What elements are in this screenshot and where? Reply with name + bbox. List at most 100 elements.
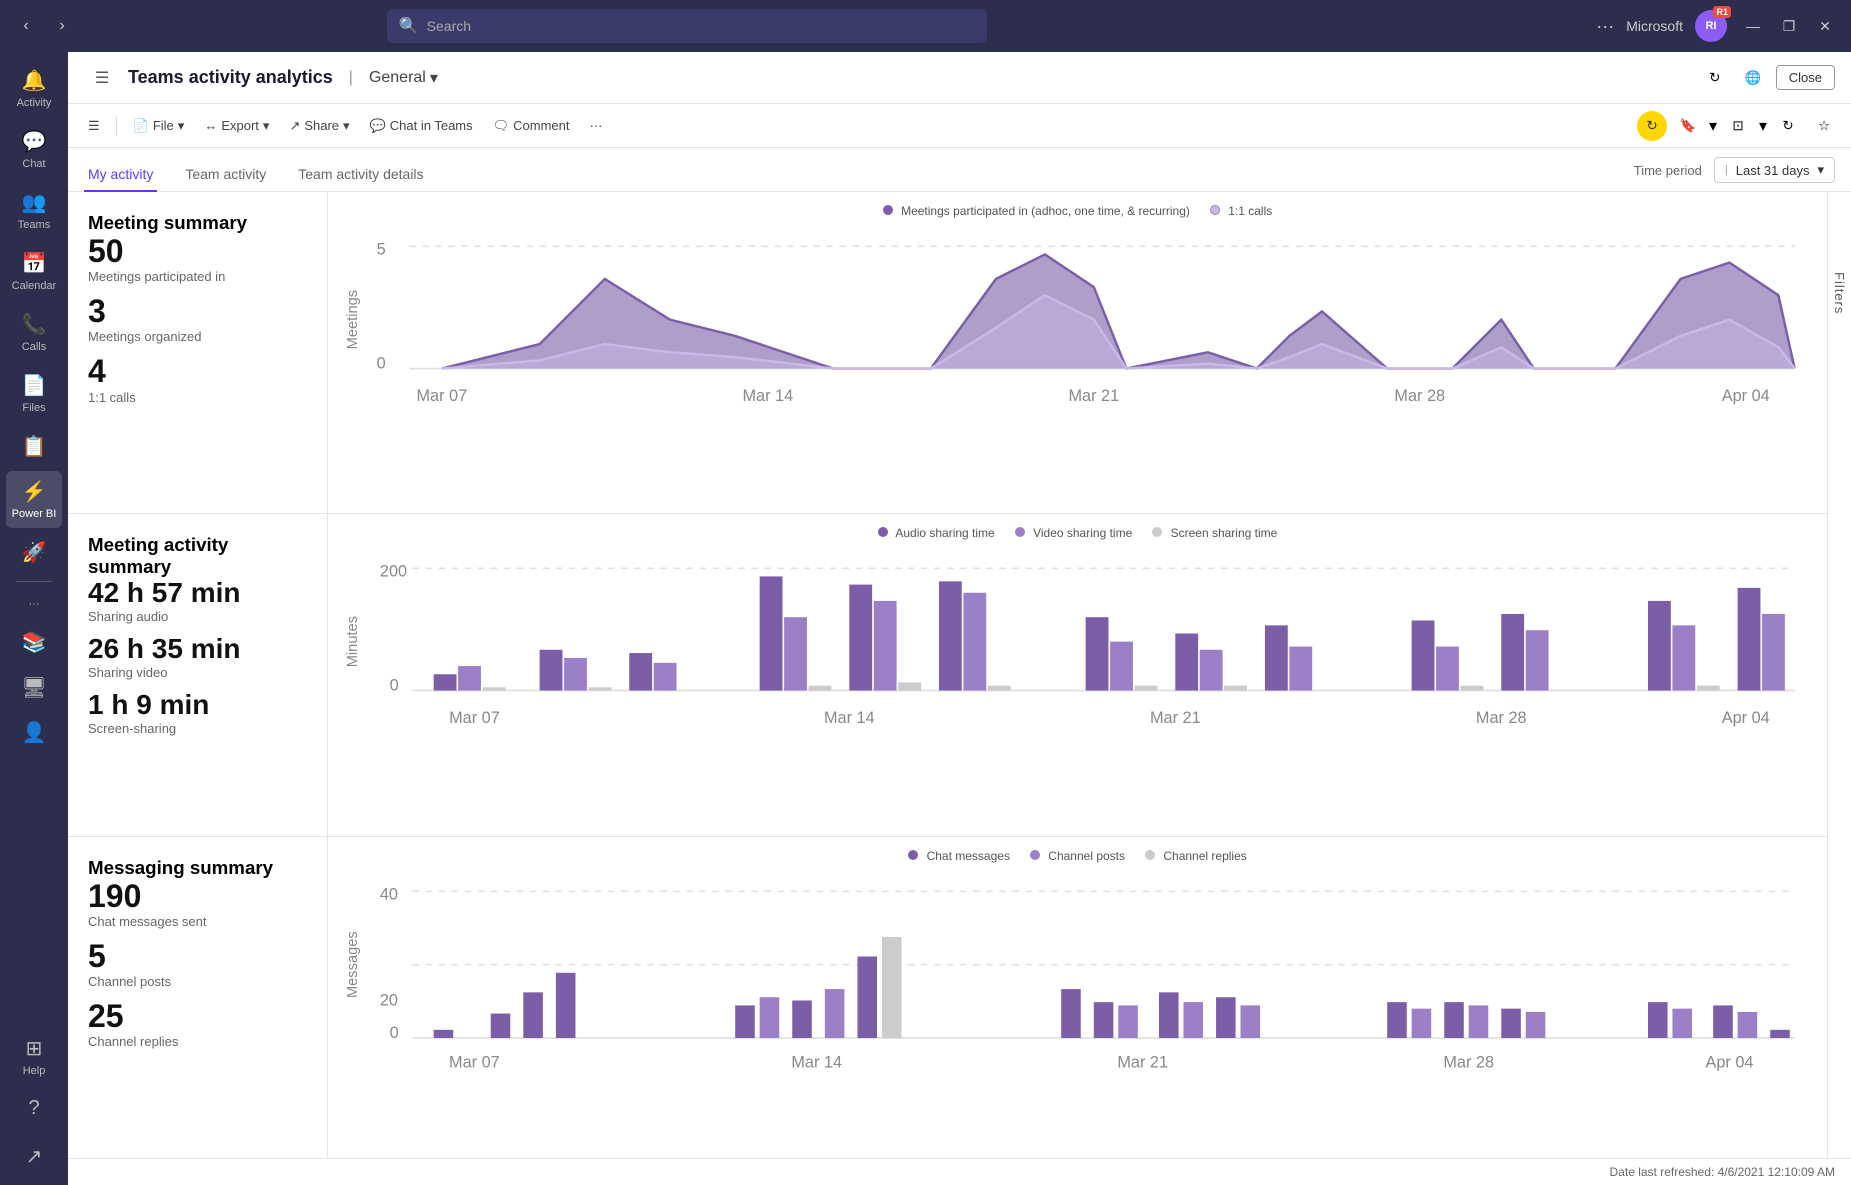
file-button[interactable]: 📄 File ▾ — [125, 114, 193, 138]
sidebar-label-calendar: Calendar — [12, 280, 57, 292]
calls-label: 1:1 calls — [88, 390, 307, 405]
close-window-button[interactable]: ✕ — [1811, 12, 1839, 40]
sidebar-item-files[interactable]: 📄 Files — [6, 365, 62, 422]
sidebar-item-book[interactable]: 📚 — [6, 622, 62, 663]
audio-label: Sharing audio — [88, 609, 307, 624]
time-period-select[interactable]: | Last 31 days ▾ — [1714, 157, 1835, 183]
legend-chat: Chat messages — [908, 849, 1010, 863]
meeting-activity-card: Meeting activity summary 42 h 57 min Sha… — [68, 514, 328, 835]
external-icon: ↗ — [26, 1144, 43, 1169]
comment-button[interactable]: 🗨 Comment — [485, 114, 578, 138]
avatar[interactable]: RI R1 — [1695, 10, 1727, 42]
sidebar-item-calendar[interactable]: 📅 Calendar — [6, 243, 62, 300]
legend-dot-meetings — [883, 205, 893, 215]
sidebar-item-calls[interactable]: 📞 Calls — [6, 304, 62, 361]
refresh-button-2[interactable]: ↻ — [1773, 111, 1803, 141]
svg-text:Mar 07: Mar 07 — [449, 709, 500, 727]
sidebar-item-more[interactable]: ··· — [6, 590, 62, 618]
sidebar-label-teams: Teams — [18, 219, 50, 231]
menu-icon: ☰ — [88, 118, 100, 134]
sidebar-item-help[interactable]: ? — [6, 1089, 62, 1132]
chat-in-teams-button[interactable]: 💬 Chat in Teams — [362, 114, 481, 138]
meeting-summary-title: Meeting summary — [88, 212, 307, 234]
sidebar-item-teams[interactable]: 👥 Teams — [6, 182, 62, 239]
sidebar-item-powerbi[interactable]: ⚡ Power BI — [6, 471, 62, 528]
tab-team-activity[interactable]: Team activity — [181, 158, 270, 192]
channel-replies-label: Channel replies — [88, 1034, 307, 1049]
meetings-participated-value: 50 — [88, 234, 307, 269]
share-button[interactable]: ↗ Share ▾ — [281, 114, 357, 138]
chat-in-teams-label: Chat in Teams — [390, 118, 473, 133]
refresh-date: Date last refreshed: 4/6/2021 12:10:09 A… — [1610, 1165, 1835, 1179]
channel-selector[interactable]: General ▾ — [369, 68, 438, 88]
filters-sidebar[interactable]: Filters — [1827, 192, 1851, 1158]
refresh-toolbar-button[interactable]: ↻ — [1637, 111, 1667, 141]
globe-button[interactable]: 🌐 — [1738, 63, 1768, 93]
more-options-button[interactable]: ··· — [1596, 16, 1614, 37]
search-input[interactable] — [427, 18, 975, 34]
time-period-value: Last 31 days — [1736, 163, 1810, 178]
svg-text:Mar 21: Mar 21 — [1117, 1053, 1168, 1071]
chart3-legend: Chat messages Channel posts Channel repl… — [344, 849, 1811, 863]
sidebar-item-user[interactable]: 👤 — [6, 712, 62, 753]
sidebar-item-chat[interactable]: 💬 Chat — [6, 121, 62, 178]
sidebar-item-monitor[interactable]: 🖥 — [6, 667, 62, 708]
calls-icon: 📞 — [22, 312, 47, 337]
svg-text:Mar 07: Mar 07 — [449, 1053, 500, 1071]
sidebar-item-board[interactable]: 📋 — [6, 426, 62, 467]
menu-button[interactable]: ☰ — [80, 114, 108, 138]
company-label: Microsoft — [1626, 18, 1683, 34]
chat-messages-label: Chat messages sent — [88, 914, 307, 929]
powerbi-icon: ⚡ — [22, 479, 47, 504]
tab-team-activity-details[interactable]: Team activity details — [294, 158, 427, 192]
sidebar-item-rocket[interactable]: 🚀 — [6, 532, 62, 573]
layout-button[interactable]: ⊡ — [1723, 111, 1753, 141]
close-button[interactable]: Close — [1776, 65, 1835, 90]
legend-channel-replies: Channel replies — [1145, 849, 1247, 863]
svg-text:200: 200 — [380, 563, 407, 581]
forward-button[interactable]: › — [48, 12, 76, 40]
sidebar-item-activity[interactable]: 🔔 Activity — [6, 60, 62, 117]
legend-dot-calls — [1210, 205, 1220, 215]
minimize-button[interactable]: — — [1739, 12, 1767, 40]
meetings-organized-label: Meetings organized — [88, 329, 307, 344]
sidebar-item-apps[interactable]: ⊞ Help — [6, 1028, 62, 1085]
main-content: Meeting summary 50 Meetings participated… — [68, 192, 1851, 1158]
tab-my-activity[interactable]: My activity — [84, 158, 157, 192]
meeting-activity-title: Meeting activity summary — [88, 534, 307, 578]
meetings-organized-value: 3 — [88, 294, 307, 329]
calendar-icon-sm: | — [1725, 164, 1728, 176]
back-button[interactable]: ‹ — [12, 12, 40, 40]
files-icon: 📄 — [22, 373, 47, 398]
chat-messages-value: 190 — [88, 879, 307, 914]
legend-channel-posts: Channel posts — [1030, 849, 1125, 863]
refresh-header-button[interactable]: ↻ — [1700, 63, 1730, 93]
export-icon: ↔ — [204, 118, 217, 133]
chevron-down-icon-period: ▾ — [1817, 162, 1824, 178]
restore-button[interactable]: ❐ — [1775, 12, 1803, 40]
avatar-badge: R1 — [1713, 6, 1731, 18]
messaging-chart-area: Chat messages Channel posts Channel repl… — [328, 837, 1827, 1158]
sidebar: 🔔 Activity 💬 Chat 👥 Teams 📅 Calendar 📞 C… — [0, 52, 68, 1185]
header-separator: | — [349, 69, 353, 87]
channel-posts-value: 5 — [88, 939, 307, 974]
export-button[interactable]: ↔ Export ▾ — [196, 114, 277, 138]
search-bar[interactable]: 🔍 — [387, 9, 987, 43]
svg-text:Minutes: Minutes — [345, 616, 361, 667]
star-button[interactable]: ☆ — [1809, 111, 1839, 141]
hamburger-button[interactable]: ☰ — [84, 60, 120, 96]
chevron-down-icon-file: ▾ — [178, 118, 185, 134]
screen-value: 1 h 9 min — [88, 690, 307, 721]
svg-text:Mar 14: Mar 14 — [742, 387, 793, 405]
svg-text:Apr 04: Apr 04 — [1706, 1053, 1754, 1071]
sidebar-item-external[interactable]: ↗ — [6, 1136, 62, 1177]
legend-dot-screen — [1152, 527, 1162, 537]
svg-text:0: 0 — [390, 1024, 399, 1042]
sidebar-label-activity: Activity — [17, 97, 52, 109]
tabs-bar: My activity Team activity Team activity … — [68, 148, 1851, 192]
svg-text:Mar 14: Mar 14 — [824, 709, 875, 727]
legend-dot-channel-posts — [1030, 850, 1040, 860]
sidebar-label-calls: Calls — [22, 341, 46, 353]
more-toolbar-button[interactable]: ··· — [582, 114, 611, 137]
bookmark-button[interactable]: 🔖 — [1673, 111, 1703, 141]
